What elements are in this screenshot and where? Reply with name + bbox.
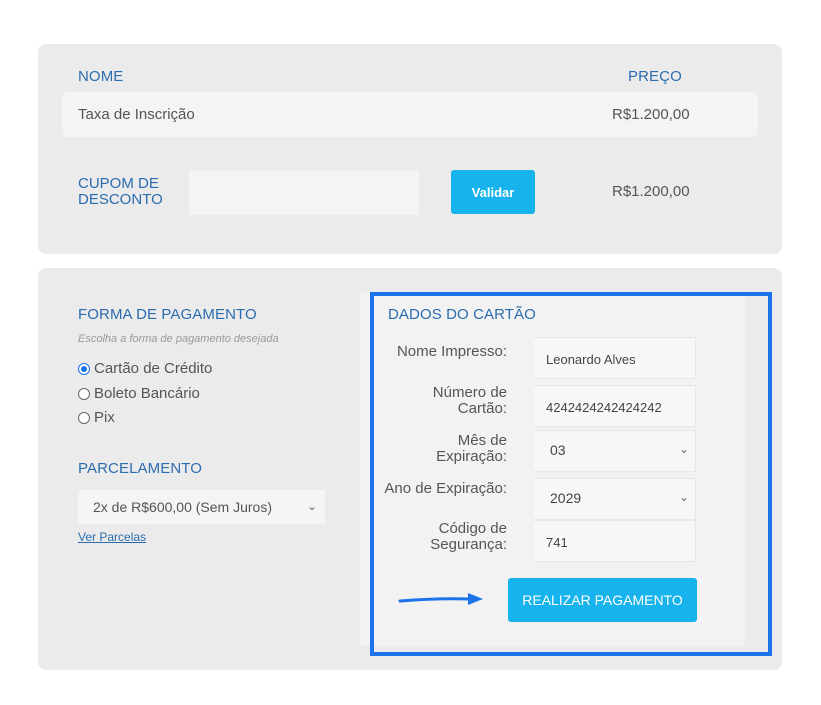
radio-pix[interactable]: Pix [78, 409, 115, 426]
column-header-preco: PREÇO [628, 68, 682, 85]
payment-method-subtitle: Escolha a forma de pagamento desejada [78, 333, 279, 345]
radio-unchecked-icon[interactable] [78, 411, 90, 424]
radio-unchecked-icon[interactable] [78, 387, 90, 400]
installments-title: PARCELAMENTO [78, 460, 203, 477]
coupon-input[interactable] [189, 171, 419, 215]
radio-boleto[interactable]: Boleto Bancário [78, 385, 200, 402]
radio-label: Pix [94, 409, 115, 426]
radio-label: Boleto Bancário [94, 385, 200, 402]
coupon-label: CUPOM DE DESCONTO [78, 175, 163, 208]
radio-label: Cartão de Crédito [94, 360, 213, 377]
view-installments-link[interactable]: Ver Parcelas [78, 530, 146, 544]
installments-select[interactable]: 2x de R$600,00 (Sem Juros) ⌄ [78, 490, 325, 524]
arrow-right-icon [398, 593, 483, 605]
radio-cartao-credito[interactable]: Cartão de Crédito [78, 360, 212, 377]
radio-checked-icon[interactable] [78, 362, 90, 375]
total-price: R$1.200,00 [612, 183, 690, 200]
item-name: Taxa de Inscrição [78, 106, 195, 123]
item-price: R$1.200,00 [612, 106, 690, 123]
chevron-down-icon: ⌄ [306, 499, 317, 513]
payment-method-title: FORMA DE PAGAMENTO [78, 306, 257, 323]
validate-coupon-button[interactable]: Validar [451, 170, 535, 214]
order-summary-panel: NOME PREÇO Taxa de Inscrição R$1.200,00 … [38, 44, 782, 254]
installments-selected: 2x de R$600,00 (Sem Juros) [93, 499, 272, 515]
column-header-nome: NOME [78, 68, 124, 85]
order-item-row: Taxa de Inscrição R$1.200,00 [62, 92, 758, 137]
